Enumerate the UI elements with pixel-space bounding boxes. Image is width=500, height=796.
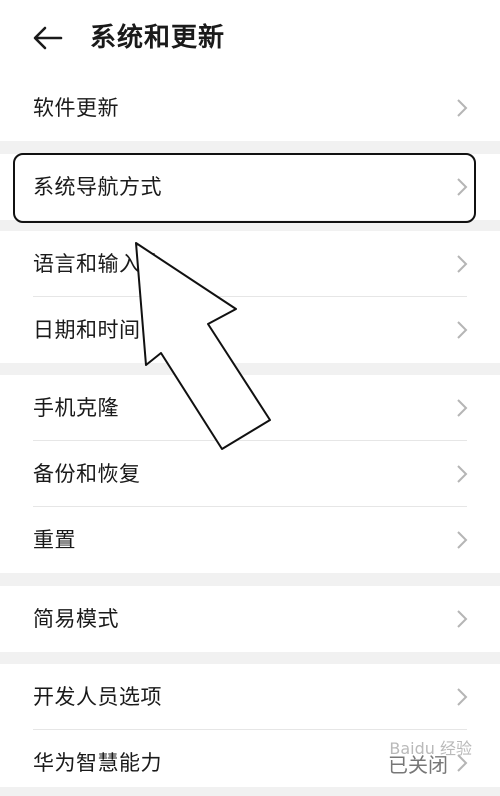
chevron-right-icon (457, 255, 468, 273)
settings-item-phone-clone[interactable]: 手机克隆 (0, 375, 500, 441)
settings-item-backup-restore[interactable]: 备份和恢复 (0, 441, 500, 507)
settings-item-system-navigation[interactable]: 系统导航方式 (0, 154, 500, 220)
settings-item-label: 日期和时间 (33, 318, 141, 342)
settings-item-simple-mode[interactable]: 简易模式 (0, 586, 500, 652)
settings-item-developer-options[interactable]: 开发人员选项 (0, 664, 500, 730)
settings-item-huawei-ai[interactable]: 华为智慧能力 已关闭 (0, 730, 500, 796)
settings-item-label: 开发人员选项 (33, 685, 162, 709)
back-button[interactable] (30, 20, 66, 56)
settings-item-label: 华为智慧能力 (33, 751, 162, 775)
chevron-right-icon (457, 754, 468, 772)
settings-group-navigation: 系统导航方式 (0, 154, 500, 220)
page-title: 系统和更新 (90, 23, 226, 53)
settings-item-label: 系统导航方式 (33, 175, 162, 199)
chevron-right-icon (457, 688, 468, 706)
settings-group-simple-mode: 简易模式 (0, 586, 500, 652)
settings-item-label: 软件更新 (33, 96, 119, 120)
settings-item-date-time[interactable]: 日期和时间 (0, 297, 500, 363)
settings-item-label: 手机克隆 (33, 396, 119, 420)
settings-group-software: 软件更新 (0, 75, 500, 141)
settings-item-label: 重置 (33, 528, 76, 552)
settings-item-software-update[interactable]: 软件更新 (0, 75, 500, 141)
settings-item-reset[interactable]: 重置 (0, 507, 500, 573)
settings-item-label: 语言和输入法 (33, 252, 162, 276)
settings-group-backup: 手机克隆 备份和恢复 重置 (0, 375, 500, 573)
arrow-left-icon (33, 26, 63, 50)
chevron-right-icon (457, 399, 468, 417)
settings-group-developer: 开发人员选项 华为智慧能力 已关闭 (0, 664, 500, 787)
app-header: 系统和更新 (0, 0, 500, 75)
settings-group-language-time: 语言和输入法 日期和时间 (0, 231, 500, 363)
settings-item-value: 已关闭 (388, 752, 448, 777)
chevron-right-icon (457, 465, 468, 483)
settings-item-label: 简易模式 (33, 607, 119, 631)
settings-item-label: 备份和恢复 (33, 462, 141, 486)
chevron-right-icon (457, 610, 468, 628)
chevron-right-icon (457, 321, 468, 339)
chevron-right-icon (457, 99, 468, 117)
chevron-right-icon (457, 178, 468, 196)
settings-item-language-input[interactable]: 语言和输入法 (0, 231, 500, 297)
chevron-right-icon (457, 531, 468, 549)
